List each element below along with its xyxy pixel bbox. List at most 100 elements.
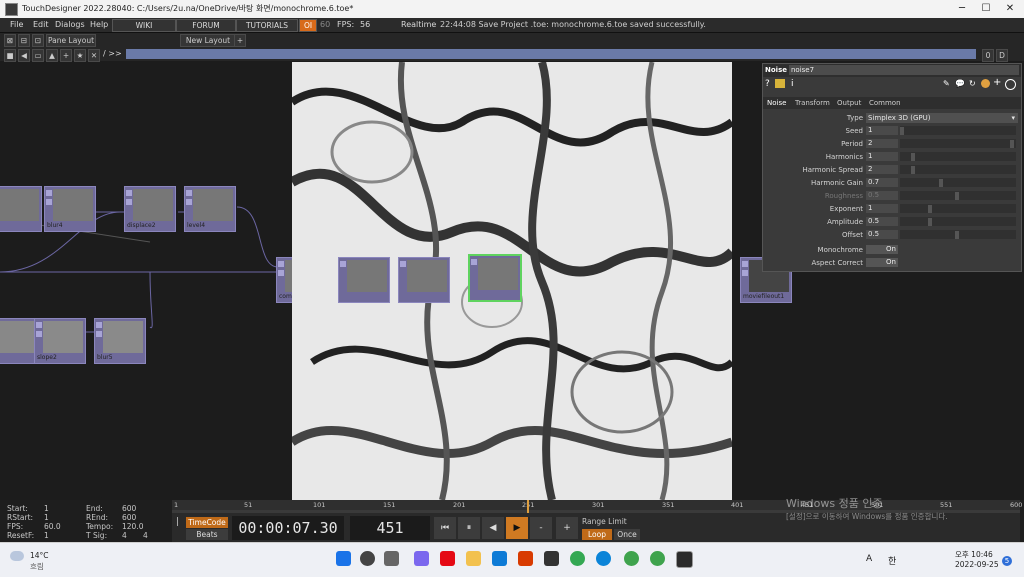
back-icon[interactable]: ◀ bbox=[18, 49, 30, 62]
rstart-value[interactable]: 1 bbox=[44, 513, 49, 522]
rewind-icon[interactable]: ⏮ bbox=[434, 517, 456, 539]
timecode-display[interactable]: 00:00:07.30 bbox=[232, 516, 344, 540]
pane-zero-button[interactable]: 0 bbox=[982, 49, 994, 62]
forum-button[interactable]: FORUM bbox=[176, 19, 236, 32]
node-left-partial[interactable] bbox=[0, 186, 42, 232]
start-icon[interactable] bbox=[336, 551, 351, 566]
slider-handle[interactable] bbox=[928, 218, 932, 226]
param-slider[interactable] bbox=[900, 217, 1016, 226]
timecode-button[interactable]: TimeCode bbox=[186, 517, 228, 528]
slider-handle[interactable] bbox=[955, 231, 959, 239]
menu-dialogs[interactable]: Dialogs bbox=[55, 20, 85, 29]
plus-icon[interactable]: + bbox=[993, 77, 1001, 88]
stop-icon[interactable]: ■ bbox=[4, 49, 16, 62]
node-noise7-selected[interactable] bbox=[468, 254, 522, 302]
task-view-icon[interactable] bbox=[384, 551, 399, 566]
tab-transform[interactable]: Transform bbox=[795, 99, 830, 107]
chrome-profile2-icon[interactable] bbox=[650, 551, 665, 566]
start-value[interactable]: 1 bbox=[44, 504, 49, 513]
pane-close-icon[interactable]: ⊡ bbox=[32, 34, 44, 47]
refresh-icon[interactable]: ↻ bbox=[969, 79, 976, 88]
once-button[interactable]: Once bbox=[614, 529, 640, 540]
oi-button[interactable]: OI bbox=[299, 19, 317, 32]
ime-mode-icon[interactable]: A bbox=[866, 554, 872, 564]
notification-badge[interactable]: 5 bbox=[1002, 556, 1012, 566]
param-value-field[interactable]: 0.5 bbox=[866, 230, 898, 239]
beats-button[interactable]: Beats bbox=[186, 529, 228, 540]
param-value-field[interactable]: 2 bbox=[866, 165, 898, 174]
slider-handle[interactable] bbox=[1010, 140, 1014, 148]
pause-icon[interactable]: ⏸ bbox=[458, 517, 480, 539]
tsig-value-1[interactable]: 4 bbox=[122, 531, 127, 540]
type-dropdown[interactable]: Simplex 3D (GPU) ▾ bbox=[866, 113, 1018, 123]
param-slider[interactable] bbox=[900, 178, 1016, 187]
home-icon[interactable]: ▭ bbox=[32, 49, 44, 62]
timeline-expand-icon[interactable]: | bbox=[176, 517, 179, 527]
slider-handle[interactable] bbox=[911, 166, 915, 174]
minimize-button[interactable]: ─ bbox=[952, 3, 972, 14]
aspect-toggle[interactable]: On bbox=[866, 258, 898, 267]
add-layout-button[interactable]: + bbox=[234, 34, 246, 47]
pane-split-v-icon[interactable]: ⊟ bbox=[18, 34, 30, 47]
plus-button[interactable]: + bbox=[556, 517, 578, 539]
wiki-button[interactable]: WIKI bbox=[112, 19, 176, 32]
search-icon[interactable] bbox=[360, 551, 375, 566]
monochrome-toggle[interactable]: On bbox=[866, 245, 898, 254]
tab-noise[interactable]: Noise bbox=[767, 99, 786, 107]
playhead[interactable] bbox=[527, 500, 529, 513]
touchdesigner-icon[interactable] bbox=[676, 551, 693, 568]
pane-layout-button[interactable]: Pane Layout bbox=[46, 34, 96, 47]
file-explorer-icon[interactable] bbox=[466, 551, 481, 566]
edge-icon[interactable] bbox=[596, 551, 611, 566]
office-icon[interactable] bbox=[518, 551, 533, 566]
resetf-value[interactable]: 1 bbox=[44, 531, 49, 540]
clock-time[interactable]: 오후 10:46 bbox=[955, 549, 993, 560]
param-value-field[interactable]: 0.7 bbox=[866, 178, 898, 187]
loop-button[interactable]: Loop bbox=[582, 529, 612, 540]
node-over-2[interactable] bbox=[398, 257, 450, 303]
fps-value[interactable]: 60.0 bbox=[44, 522, 61, 531]
node-slope2[interactable]: slope2 bbox=[34, 318, 86, 364]
param-value-field[interactable]: 2 bbox=[866, 139, 898, 148]
op-name-field[interactable]: noise7 bbox=[789, 65, 1019, 75]
menu-edit[interactable]: Edit bbox=[33, 20, 49, 29]
param-value-field[interactable]: 1 bbox=[866, 152, 898, 161]
chrome-icon[interactable] bbox=[570, 551, 585, 566]
step-back-icon[interactable]: ◀ bbox=[482, 517, 504, 539]
node-displace2[interactable]: displace2 bbox=[124, 186, 176, 232]
clock-date[interactable]: 2022-09-25 bbox=[955, 560, 999, 569]
slider-handle[interactable] bbox=[928, 205, 932, 213]
frame-display[interactable]: 451 bbox=[350, 516, 430, 540]
menu-file[interactable]: File bbox=[10, 20, 23, 29]
python-icon[interactable] bbox=[775, 79, 785, 88]
param-slider[interactable] bbox=[900, 165, 1016, 174]
param-slider[interactable] bbox=[900, 204, 1016, 213]
node-blur5[interactable]: blur5 bbox=[94, 318, 146, 364]
path-field[interactable] bbox=[126, 49, 976, 59]
param-slider[interactable] bbox=[900, 126, 1016, 135]
node-level4[interactable]: level4 bbox=[184, 186, 236, 232]
palette-icon[interactable] bbox=[981, 79, 990, 88]
rend-value[interactable]: 600 bbox=[122, 513, 136, 522]
menu-help[interactable]: Help bbox=[90, 20, 108, 29]
info-icon[interactable]: i bbox=[791, 79, 794, 89]
slider-handle[interactable] bbox=[955, 192, 959, 200]
notion-icon[interactable] bbox=[544, 551, 559, 566]
chrome-profile-icon[interactable] bbox=[624, 551, 639, 566]
param-slider[interactable] bbox=[900, 139, 1016, 148]
help-icon[interactable]: ? bbox=[765, 79, 770, 89]
param-value-field[interactable]: 0.5 bbox=[866, 191, 898, 200]
new-layout-button[interactable]: New Layout bbox=[180, 34, 236, 47]
tempo-value[interactable]: 120.0 bbox=[122, 522, 143, 531]
mail-icon[interactable] bbox=[492, 551, 507, 566]
pane-split-icon[interactable]: ⊠ bbox=[4, 34, 16, 47]
slider-handle[interactable] bbox=[911, 153, 915, 161]
param-slider[interactable] bbox=[900, 152, 1016, 161]
param-value-field[interactable]: 1 bbox=[866, 126, 898, 135]
pane-d-button[interactable]: D bbox=[996, 49, 1008, 62]
chat-icon[interactable] bbox=[414, 551, 429, 566]
edit-icon[interactable]: ✎ bbox=[943, 79, 950, 88]
minus-button[interactable]: - bbox=[530, 517, 552, 539]
up-icon[interactable]: ▲ bbox=[46, 49, 58, 62]
weather-desc[interactable]: 흐림 bbox=[30, 561, 44, 572]
